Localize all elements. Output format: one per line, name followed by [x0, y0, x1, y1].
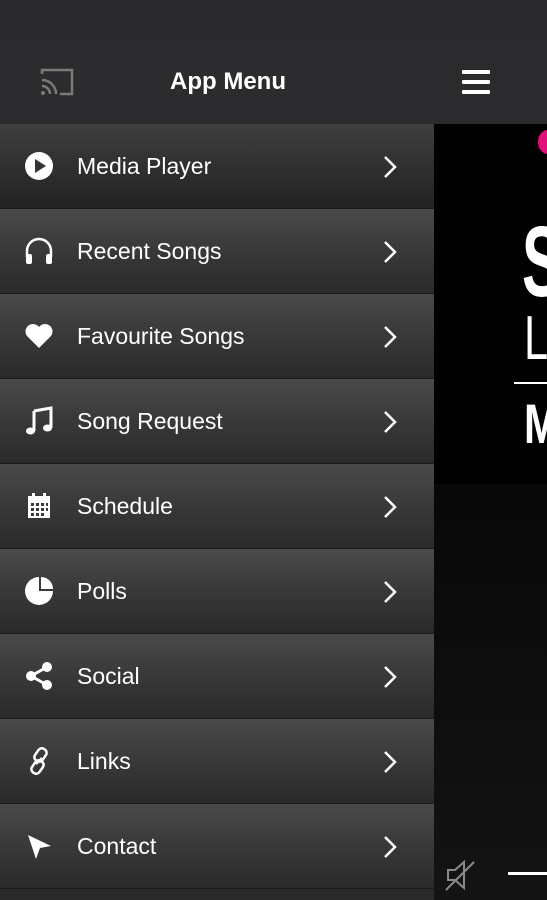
menu-item-contact[interactable]: Contact — [0, 804, 434, 889]
music-note-icon — [22, 405, 56, 437]
menu-item-schedule[interactable]: Schedule — [0, 464, 434, 549]
menu-item-recent-songs[interactable]: Recent Songs — [0, 209, 434, 294]
banner-accent-dot — [538, 130, 547, 154]
menu-item-label: Media Player — [77, 153, 212, 179]
menu-item-polls[interactable]: Polls — [0, 549, 434, 634]
hamburger-menu-button[interactable] — [456, 66, 496, 98]
drawer-title: App Menu — [170, 68, 286, 95]
menu-item-label: Links — [77, 748, 131, 774]
banner-logo-letter: S — [522, 212, 547, 312]
menu-item-label: Contact — [77, 833, 157, 859]
menu-item-label: Social — [77, 663, 140, 689]
headphones-icon — [22, 235, 56, 267]
content-header — [434, 40, 547, 124]
link-icon — [22, 745, 56, 777]
chevron-right-icon — [384, 156, 397, 178]
pie-chart-icon — [22, 575, 56, 607]
mute-button[interactable] — [438, 854, 480, 896]
chevron-right-icon — [384, 496, 397, 518]
chevron-right-icon — [384, 581, 397, 603]
content-background — [434, 460, 547, 900]
menu-item-links[interactable]: Links — [0, 719, 434, 804]
banner-logo-letter: L — [524, 304, 547, 373]
menu-item-song-request[interactable]: Song Request — [0, 379, 434, 464]
calendar-icon — [22, 490, 56, 522]
menu-item-label: Schedule — [77, 493, 173, 519]
chevron-right-icon — [384, 836, 397, 858]
content-panel: S L M — [434, 40, 547, 900]
chevron-right-icon — [384, 751, 397, 773]
chevron-right-icon — [384, 241, 397, 263]
chevron-right-icon — [384, 411, 397, 433]
navigation-drawer: App Menu Media Player Recent Songs Favou… — [0, 40, 434, 900]
status-bar — [0, 0, 547, 40]
menu-item-media-player[interactable]: Media Player — [0, 124, 434, 209]
play-circle-icon — [22, 150, 56, 182]
share-icon — [22, 660, 56, 692]
menu-item-social[interactable]: Social — [0, 634, 434, 719]
heart-icon — [22, 320, 56, 352]
mute-icon — [445, 859, 475, 891]
drawer-header: App Menu — [0, 40, 434, 124]
chevron-right-icon — [384, 326, 397, 348]
menu-item-label: Favourite Songs — [77, 323, 245, 349]
seek-bar[interactable] — [508, 872, 547, 875]
menu-item-label: Song Request — [77, 408, 223, 434]
menu-list: Media Player Recent Songs Favourite Song… — [0, 124, 434, 889]
menu-item-favourite-songs[interactable]: Favourite Songs — [0, 294, 434, 379]
menu-item-label: Recent Songs — [77, 238, 222, 264]
hamburger-icon — [462, 70, 490, 74]
chevron-right-icon — [384, 666, 397, 688]
banner-artwork: S L M — [434, 124, 547, 484]
send-icon — [22, 830, 56, 862]
menu-item-label: Polls — [77, 578, 127, 604]
banner-logo-letter: M — [524, 396, 547, 452]
banner-divider — [514, 382, 547, 384]
